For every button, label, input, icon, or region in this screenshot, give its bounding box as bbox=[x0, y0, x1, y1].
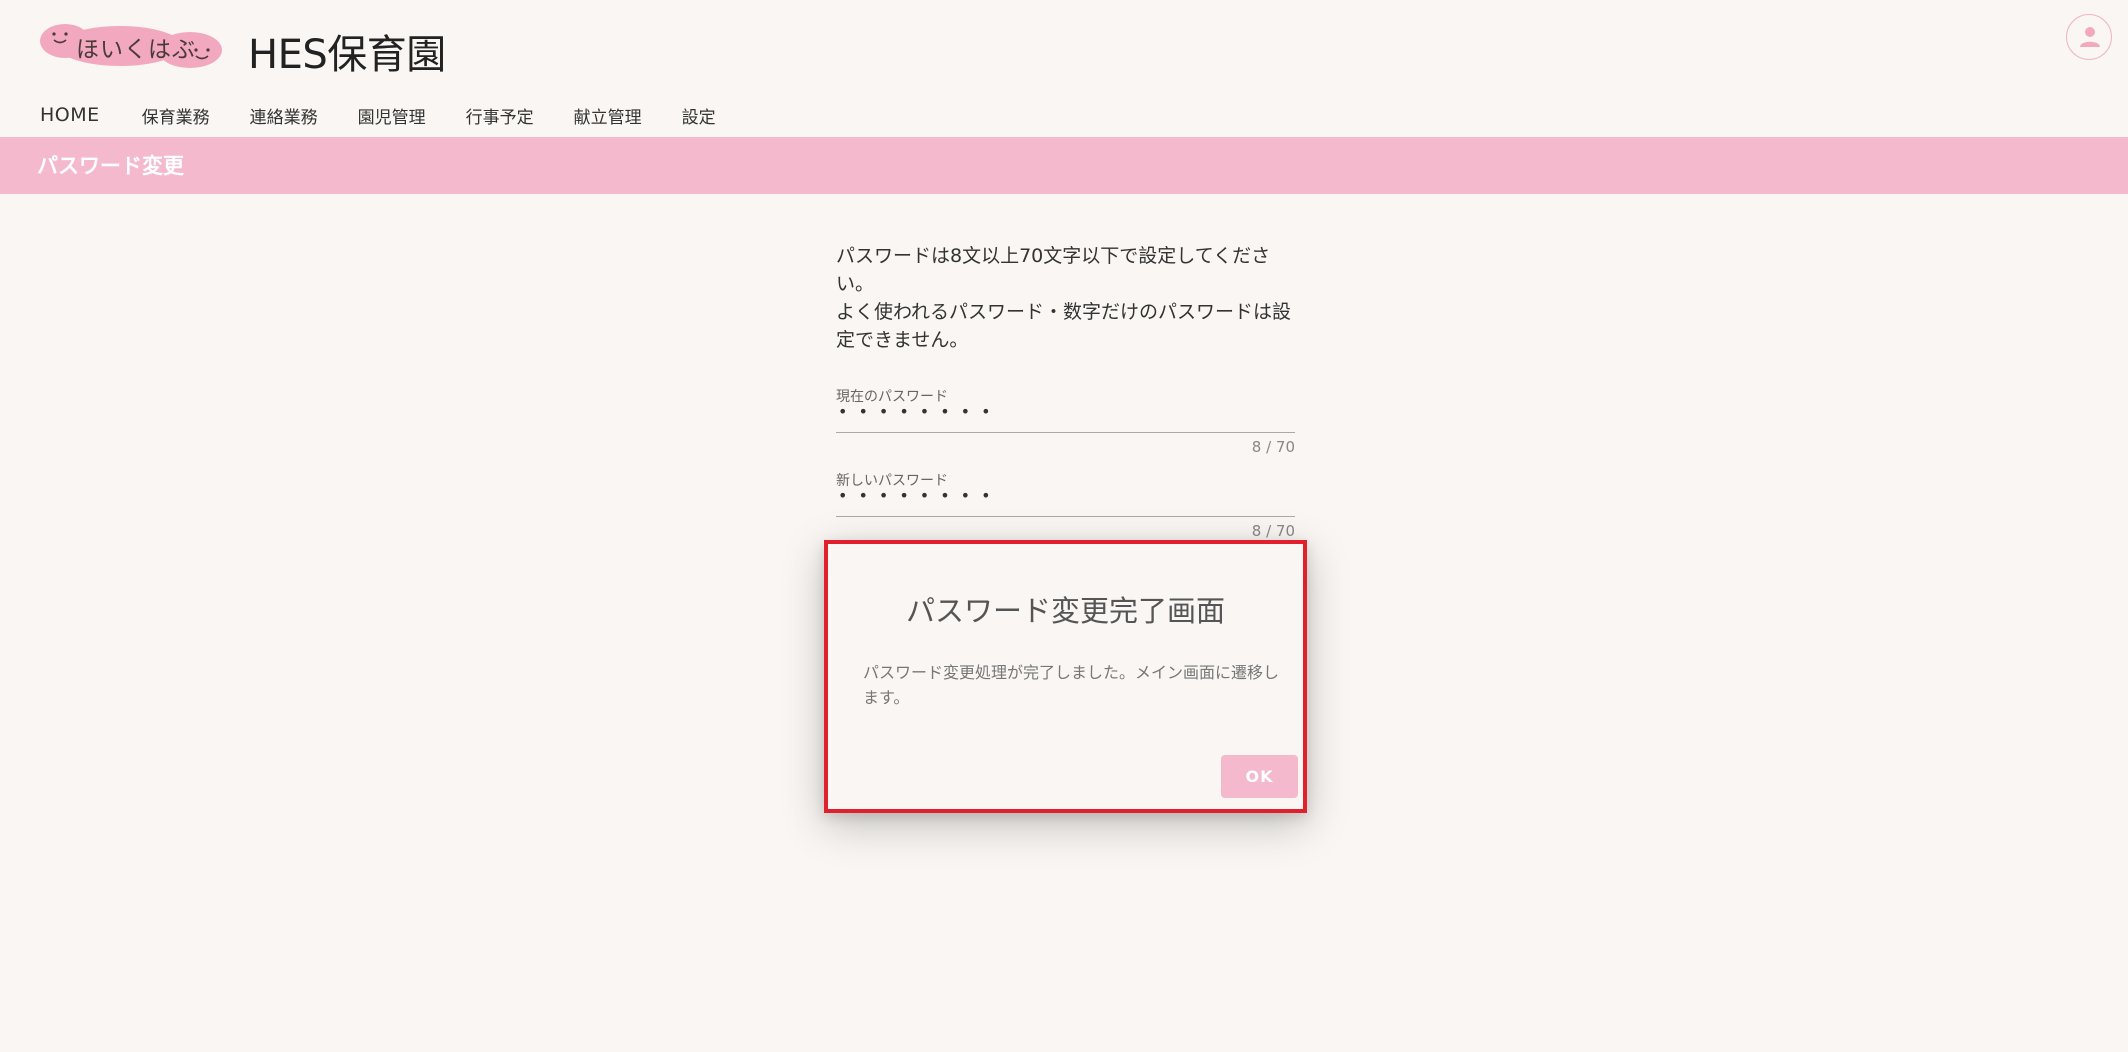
app-header: ほいくはぶ HES保育園 HOME 保育業務 連絡業務 園児管理 行事予定 献立… bbox=[0, 0, 2128, 137]
person-icon bbox=[2080, 27, 2100, 47]
instruction-common: よく使われるパスワード・数字だけのパスワードは設定できません。 bbox=[836, 301, 1292, 351]
nav-item-events[interactable]: 行事予定 bbox=[466, 103, 534, 128]
current-password-field[interactable]: 現在のパスワード •••••••• 8 / 70 bbox=[836, 386, 1295, 466]
nav-item-home[interactable]: HOME bbox=[40, 104, 100, 126]
user-avatar-button[interactable] bbox=[2066, 14, 2112, 60]
logo-text: ほいくはぶ bbox=[76, 37, 196, 63]
site-title: HES保育園 bbox=[248, 32, 446, 78]
new-password-underline bbox=[836, 516, 1295, 517]
nav-item-settings[interactable]: 設定 bbox=[682, 103, 716, 128]
current-password-counter: 8 / 70 bbox=[1251, 438, 1295, 456]
new-password-counter: 8 / 70 bbox=[1251, 522, 1295, 540]
page-title: パスワード変更 bbox=[37, 154, 184, 178]
main-nav: HOME 保育業務 連絡業務 園児管理 行事予定 献立管理 設定 bbox=[40, 100, 756, 130]
current-password-input[interactable]: •••••••• bbox=[838, 402, 1002, 421]
nav-item-children[interactable]: 園児管理 bbox=[358, 103, 426, 128]
password-form-instructions: パスワードは8文以上70文字以下で設定してください。 よく使われるパスワード・数… bbox=[836, 242, 1296, 354]
dialog-title: パスワード変更完了画面 bbox=[905, 594, 1225, 628]
new-password-input[interactable]: •••••••• bbox=[838, 486, 1002, 505]
nav-item-childcare-work[interactable]: 保育業務 bbox=[142, 103, 210, 128]
ok-button[interactable]: OK bbox=[1221, 755, 1298, 798]
new-password-field[interactable]: 新しいパスワード •••••••• 8 / 70 bbox=[836, 470, 1295, 550]
password-change-complete-dialog: パスワード変更完了画面 パスワード変更処理が完了しました。メイン画面に遷移します… bbox=[824, 540, 1307, 813]
logo[interactable]: ほいくはぶ bbox=[40, 24, 222, 68]
page-title-bar: パスワード変更 bbox=[0, 137, 2128, 194]
nav-item-menu[interactable]: 献立管理 bbox=[574, 103, 642, 128]
dialog-message: パスワード変更処理が完了しました。メイン画面に遷移します。 bbox=[863, 663, 1280, 707]
nav-item-communication[interactable]: 連絡業務 bbox=[250, 103, 318, 128]
instruction-length: パスワードは8文以上70文字以下で設定してください。 bbox=[836, 245, 1271, 295]
current-password-underline bbox=[836, 432, 1295, 433]
